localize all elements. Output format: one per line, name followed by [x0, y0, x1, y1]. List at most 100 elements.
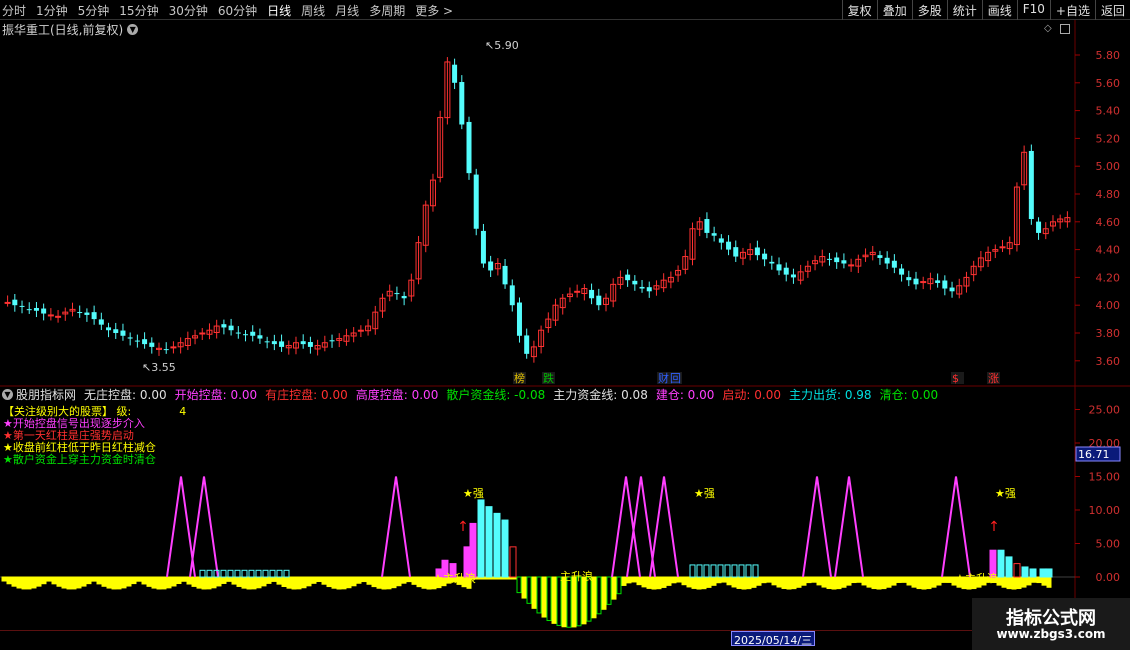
candle-body — [33, 307, 39, 311]
oscillator-bar — [81, 576, 87, 587]
oscillator-bar — [26, 576, 32, 590]
oscillator-bar — [371, 576, 377, 588]
candle-body — [718, 238, 724, 243]
oscillator-bar — [801, 576, 807, 586]
candle-body — [574, 290, 581, 293]
oscillator-bar — [631, 576, 637, 583]
signal-spike — [626, 476, 656, 578]
oscillator-bar — [281, 576, 287, 588]
oscillator-bar — [611, 576, 617, 600]
oscillator-bar — [1016, 576, 1022, 590]
oscillator-bar — [271, 576, 277, 582]
price-tick-label: 3.80 — [1096, 327, 1121, 340]
indicator-annotation: 主升浪 — [560, 569, 593, 583]
oscillator-bar — [236, 576, 242, 587]
oscillator-bar — [626, 576, 632, 584]
oscillator-bar — [261, 576, 267, 587]
candle-body — [488, 261, 494, 271]
oscillator-bar — [906, 576, 912, 586]
chevron-down-icon[interactable]: ▼ — [2, 388, 13, 400]
oscillator-bar — [336, 576, 342, 590]
oscillator-bar — [856, 576, 862, 583]
oscillator-bar — [71, 576, 77, 590]
oscillator-bar — [106, 576, 112, 589]
signal-column — [1029, 568, 1037, 578]
candle-body — [524, 335, 530, 354]
small-bar — [255, 569, 262, 578]
oscillator-bar — [731, 576, 737, 588]
oscillator-bar — [641, 576, 647, 588]
candle-body — [473, 174, 479, 229]
oscillator-bar — [401, 576, 407, 584]
oscillator-bar — [786, 576, 792, 590]
price-tick-label: 4.40 — [1096, 244, 1121, 257]
candle-body — [942, 280, 948, 289]
oscillator-bar — [361, 576, 367, 583]
candle-body — [199, 332, 206, 335]
candle-body — [257, 335, 263, 339]
indicator-annotation: ★强 — [694, 487, 715, 500]
oscillator-bar — [541, 576, 547, 618]
candle-body — [999, 246, 1006, 249]
candle-body — [394, 293, 400, 295]
candle-body — [264, 341, 270, 343]
oscillator-bar — [596, 576, 602, 615]
oscillator-bar — [1041, 576, 1047, 586]
oscillator-bar — [711, 576, 717, 586]
oscillator-bar — [651, 576, 657, 590]
event-badge: $ — [951, 372, 964, 385]
candle-body — [502, 265, 508, 285]
oscillator-bar — [426, 576, 432, 590]
oscillator-bar — [926, 576, 932, 590]
indicator-tick-label: 5.00 — [1096, 538, 1121, 551]
oscillator-bar — [246, 576, 252, 590]
oscillator-bar — [316, 576, 322, 582]
indicator-tick-label: 15.00 — [1089, 471, 1121, 484]
oscillator-bar — [836, 576, 842, 590]
oscillator-bar — [366, 576, 372, 585]
oscillator-bar — [61, 576, 67, 589]
candle-body — [235, 332, 241, 334]
candle-body — [762, 253, 768, 260]
oscillator-bar — [571, 576, 577, 628]
oscillator-bar — [686, 576, 692, 588]
candle-body — [228, 325, 234, 331]
oscillator-bar — [231, 576, 237, 585]
kline-chart[interactable]: 5.80 5.60 5.40 5.20 5.00 4.80 4.60 4.40 4.20 4.00… — [0, 0, 1130, 650]
oscillator-bar — [576, 576, 582, 627]
date-axis[interactable] — [0, 630, 1130, 650]
candle-body — [401, 295, 407, 299]
candle-body — [704, 219, 710, 233]
indicator-tick-label: 10.00 — [1089, 504, 1121, 517]
signal-column — [509, 546, 517, 578]
oscillator-bar — [901, 576, 907, 583]
oscillator-bar — [181, 576, 187, 582]
indicator-name[interactable]: 股朋指标网 — [16, 386, 76, 403]
candle-body — [243, 334, 249, 336]
oscillator-bar — [921, 576, 927, 590]
oscillator-bar — [421, 576, 427, 589]
small-bar — [731, 564, 738, 578]
oscillator-bar — [176, 576, 182, 585]
oscillator-bar — [941, 576, 947, 583]
candle-body — [26, 309, 32, 311]
candle-body — [589, 289, 595, 299]
oscillator-bar — [946, 576, 952, 583]
indicator-tick-label: 0.00 — [1096, 571, 1121, 584]
signal-spike — [941, 476, 971, 578]
price-tick-label: 5.60 — [1096, 77, 1121, 90]
candle-body — [726, 241, 732, 250]
candle-body — [935, 280, 941, 283]
oscillator-bar — [36, 576, 42, 587]
small-bar — [696, 564, 703, 578]
signal-spike — [189, 476, 219, 578]
field-main-sell: 主力出货: 0.98 — [788, 387, 872, 402]
candle-body — [47, 314, 54, 317]
candle-body — [949, 287, 955, 292]
candle-body — [120, 330, 126, 336]
high-price-label: ↖5.90 — [485, 39, 519, 52]
oscillator-bar — [101, 576, 107, 587]
oscillator-bar — [846, 576, 852, 586]
oscillator-bar — [706, 576, 712, 588]
oscillator-bar — [606, 576, 612, 605]
